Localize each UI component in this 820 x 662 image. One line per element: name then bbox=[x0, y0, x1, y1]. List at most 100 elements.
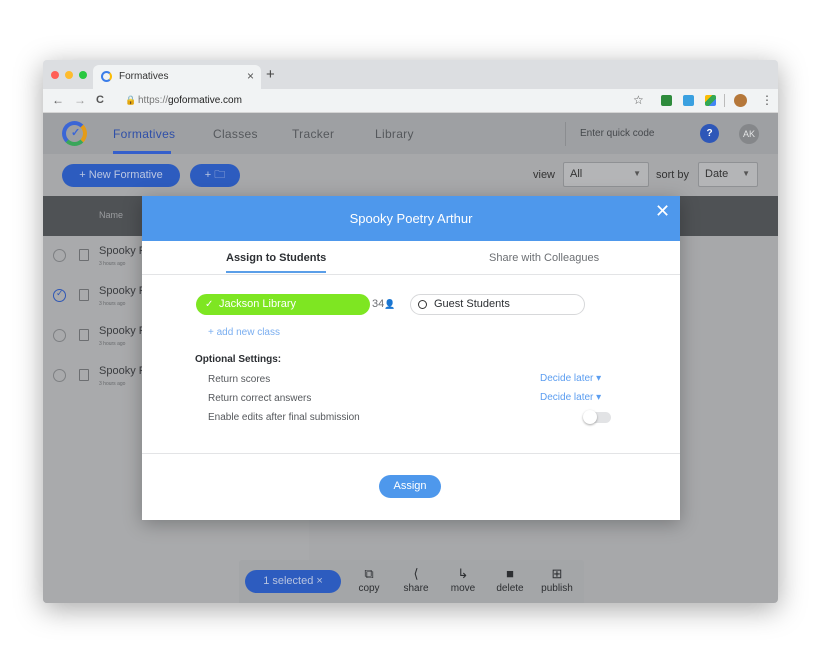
guest-students-toggle[interactable]: Guest Students bbox=[410, 294, 585, 315]
url-scheme: https:// bbox=[138, 95, 169, 106]
url-field[interactable]: https://goformative.com bbox=[138, 95, 242, 106]
view-select-value: All bbox=[570, 168, 583, 180]
nav-tracker[interactable]: Tracker bbox=[292, 127, 334, 141]
tab-share-with-colleagues[interactable]: Share with Colleagues bbox=[489, 252, 599, 264]
guest-students-label: Guest Students bbox=[434, 298, 510, 310]
publish-button[interactable]: ⊞ publish bbox=[535, 566, 579, 594]
address-bar: ← → C 🔒 https://goformative.com ☆ ⋮ bbox=[43, 89, 778, 113]
new-tab-button[interactable]: + bbox=[266, 66, 275, 83]
person-icon: 👤 bbox=[384, 299, 396, 309]
optional-settings-heading: Optional Settings: bbox=[195, 354, 282, 365]
row-title: Spooky P bbox=[99, 365, 147, 377]
nav-formatives[interactable]: Formatives bbox=[113, 127, 175, 141]
return-answers-dropdown[interactable]: Decide later ▾ bbox=[540, 392, 601, 403]
drive-icon[interactable] bbox=[705, 95, 716, 106]
extension-classroom-icon[interactable] bbox=[661, 95, 672, 106]
row-select-radio[interactable] bbox=[53, 329, 66, 342]
reload-icon[interactable]: C bbox=[96, 94, 104, 106]
delete-button[interactable]: ■ delete bbox=[488, 566, 532, 594]
move-button[interactable]: ↳ move bbox=[441, 566, 485, 594]
column-name-header[interactable]: Name bbox=[99, 210, 123, 220]
row-title: Spooky P bbox=[99, 285, 147, 297]
trash-icon: ■ bbox=[506, 566, 514, 581]
check-icon: ✓ bbox=[205, 299, 214, 310]
chevron-down-icon: ▼ bbox=[633, 169, 641, 178]
app-header: ✓ Formatives Classes Tracker Library Ent… bbox=[43, 113, 778, 154]
row-select-radio[interactable] bbox=[53, 288, 66, 302]
assign-modal: Spooky Poetry Arthur ✕ Assign to Student… bbox=[142, 196, 680, 520]
minimize-window-dot[interactable] bbox=[65, 71, 73, 79]
publish-icon: ⊞ bbox=[551, 566, 563, 581]
user-avatar[interactable]: AK bbox=[739, 124, 759, 144]
forward-icon[interactable]: → bbox=[74, 93, 86, 107]
assign-button[interactable]: Assign bbox=[379, 475, 441, 498]
close-window-dot[interactable] bbox=[51, 71, 59, 79]
row-select-radio[interactable] bbox=[53, 369, 66, 382]
class-jackson-library-toggle[interactable]: ✓ Jackson Library bbox=[196, 294, 370, 315]
tab-assign-to-students[interactable]: Assign to Students bbox=[226, 252, 326, 264]
modal-footer-divider bbox=[142, 453, 680, 454]
row-timestamp: 3 hours ago bbox=[99, 301, 126, 307]
modal-header: Spooky Poetry Arthur ✕ bbox=[142, 196, 680, 241]
extension-screenshot-icon[interactable] bbox=[683, 95, 694, 106]
row-timestamp: 3 hours ago bbox=[99, 381, 126, 387]
new-folder-button[interactable]: + 🗀 bbox=[190, 164, 240, 187]
toggle-knob bbox=[583, 410, 597, 424]
row-title: Spooky P bbox=[99, 325, 147, 337]
modal-title: Spooky Poetry Arthur bbox=[349, 211, 473, 226]
document-icon bbox=[79, 369, 89, 381]
sort-select[interactable]: Date ▼ bbox=[698, 162, 758, 187]
tab-active-underline bbox=[226, 271, 326, 273]
copy-icon: ⧉ bbox=[364, 566, 374, 581]
quick-code-input[interactable]: Enter quick code bbox=[580, 128, 655, 139]
header-divider bbox=[565, 122, 566, 146]
share-button[interactable]: ⟨ share bbox=[394, 566, 438, 594]
nav-library[interactable]: Library bbox=[375, 127, 414, 141]
move-label: move bbox=[450, 583, 476, 594]
setting-return-answers-label: Return correct answers bbox=[208, 393, 312, 404]
move-icon: ↳ bbox=[457, 566, 469, 581]
return-scores-dropdown[interactable]: Decide later ▾ bbox=[540, 373, 601, 384]
share-label: share bbox=[403, 583, 429, 594]
copy-label: copy bbox=[358, 583, 380, 594]
tab-divider bbox=[142, 274, 680, 275]
chevron-down-icon: ▼ bbox=[742, 169, 750, 178]
radio-icon bbox=[418, 300, 427, 309]
view-label: view bbox=[533, 169, 556, 181]
selection-action-bar: 1 selected × ⧉ copy ⟨ share ↳ move ■ del… bbox=[239, 560, 584, 603]
sort-by-label: sort by bbox=[656, 169, 690, 181]
enable-edits-toggle[interactable] bbox=[583, 410, 611, 424]
list-toolbar: + New Formative + 🗀 view All ▼ sort by D… bbox=[43, 154, 778, 196]
back-icon[interactable]: ← bbox=[52, 93, 64, 107]
row-timestamp: 3 hours ago bbox=[99, 341, 126, 347]
browser-tab[interactable]: Formatives × bbox=[93, 65, 261, 89]
document-icon bbox=[79, 249, 89, 261]
delete-label: delete bbox=[496, 583, 524, 594]
class-count-value: 34 bbox=[372, 298, 385, 310]
profile-avatar-icon[interactable] bbox=[734, 94, 747, 107]
lock-icon: 🔒 bbox=[125, 95, 137, 105]
selected-count-pill[interactable]: 1 selected × bbox=[245, 570, 341, 593]
row-select-radio[interactable] bbox=[53, 249, 66, 262]
tab-close-icon[interactable]: × bbox=[247, 69, 254, 83]
help-button[interactable]: ? bbox=[700, 124, 719, 143]
tab-strip: Formatives × + bbox=[43, 60, 778, 89]
publish-label: publish bbox=[541, 583, 573, 594]
nav-classes[interactable]: Classes bbox=[213, 127, 258, 141]
maximize-window-dot[interactable] bbox=[79, 71, 87, 79]
formative-favicon-icon bbox=[101, 71, 112, 82]
share-icon: ⟨ bbox=[413, 566, 419, 581]
bookmark-star-icon[interactable]: ☆ bbox=[633, 93, 644, 107]
close-icon[interactable]: ✕ bbox=[655, 201, 670, 222]
browser-menu-icon[interactable]: ⋮ bbox=[761, 93, 773, 107]
new-formative-button[interactable]: + New Formative bbox=[62, 164, 180, 187]
tab-title: Formatives bbox=[119, 71, 169, 82]
view-select[interactable]: All ▼ bbox=[563, 162, 649, 187]
copy-button[interactable]: ⧉ copy bbox=[347, 566, 391, 594]
setting-enable-edits-label: Enable edits after final submission bbox=[208, 412, 360, 423]
class-student-count: 34👤 bbox=[372, 298, 395, 310]
formative-logo-icon[interactable]: ✓ bbox=[62, 121, 87, 146]
document-icon bbox=[79, 289, 89, 301]
add-new-class-link[interactable]: + add new class bbox=[208, 327, 280, 338]
document-icon bbox=[79, 329, 89, 341]
